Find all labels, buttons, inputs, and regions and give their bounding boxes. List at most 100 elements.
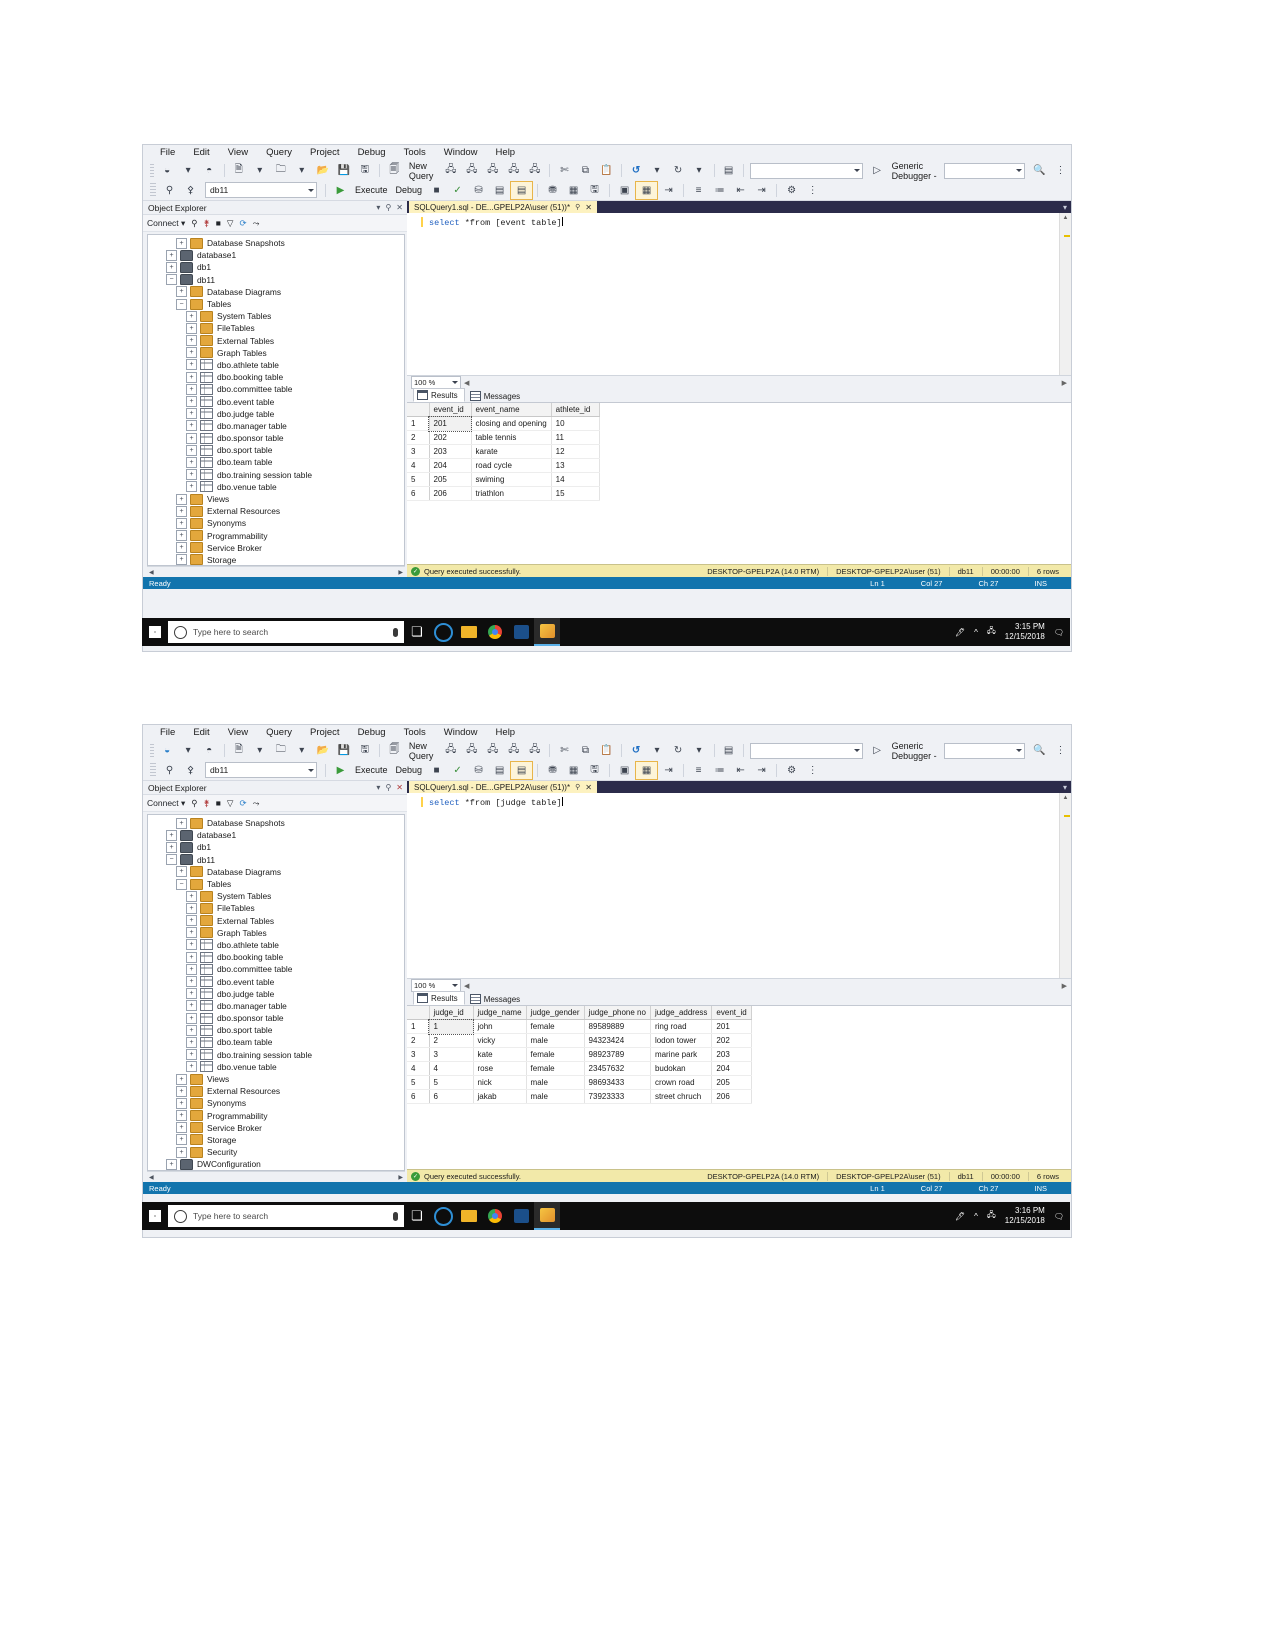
expand-icon[interactable]: + [166, 1158, 177, 1170]
table-row[interactable]: 1 201 closing and opening 10 [407, 415, 600, 432]
redo-icon[interactable]: ↻ [668, 742, 689, 759]
new-query-icon[interactable]: 🗐 [384, 742, 405, 759]
quick-launch-combo[interactable] [749, 162, 863, 179]
expand-icon[interactable]: + [176, 554, 187, 565]
pin-icon[interactable]: ⚲ [385, 783, 391, 792]
disconnect-icon[interactable]: ⚴ [180, 762, 201, 779]
expand-icon[interactable]: + [186, 927, 197, 939]
sql-text-2[interactable]: select *from [judge table] [407, 793, 1059, 978]
open-folder-icon[interactable]: 📂 [312, 742, 333, 759]
expand-icon[interactable]: + [186, 444, 197, 456]
expand-icon[interactable]: + [186, 951, 197, 963]
settings-icon[interactable]: ⚙ [781, 762, 802, 779]
expand-icon[interactable]: + [186, 1049, 197, 1061]
debug-config-combo[interactable] [943, 162, 1026, 179]
tree-node-filetables[interactable]: + FileTables [148, 902, 404, 914]
tree-node-dwconfiguration[interactable]: + DWConfiguration [148, 1158, 404, 1170]
uncomment-icon[interactable]: ▦ [635, 180, 659, 200]
debug-button[interactable]: Debug [392, 185, 427, 195]
code-editor-1[interactable]: select *from [event table] ▲ [407, 213, 1071, 375]
expand-icon[interactable]: + [176, 493, 187, 505]
menu-window[interactable]: Window [435, 725, 487, 741]
tree-node-database-snapshots[interactable]: + Database Snapshots [148, 237, 404, 249]
expand-icon[interactable]: + [186, 890, 197, 902]
tree-node-filetables[interactable]: + FileTables [148, 322, 404, 334]
debug-config-combo[interactable] [943, 742, 1026, 759]
navigate-forward-icon[interactable]: ◓ [199, 162, 220, 179]
tree-node-db1[interactable]: + db1 [148, 261, 404, 273]
tree-node-external-tables[interactable]: + External Tables [148, 335, 404, 347]
grid-header-judge-gender[interactable]: judge_gender [526, 1006, 585, 1020]
stop-icon[interactable]: ■ [216, 218, 221, 228]
table-row[interactable]: 5 205 swiming 14 [407, 472, 600, 487]
expand-icon[interactable]: + [186, 335, 197, 347]
microphone-icon[interactable] [393, 1211, 398, 1221]
grid-cell[interactable]: triathlon [471, 486, 552, 501]
grid-cell[interactable]: 98693433 [584, 1075, 651, 1090]
indent-icon[interactable]: ⇥ [658, 182, 679, 199]
tree-node-dbo-booking-table[interactable]: + dbo.booking table [148, 371, 404, 383]
results-grid-2[interactable]: judge_id judge_name judge_gender judge_phon… [407, 1006, 753, 1104]
navigate-back-dropdown-icon[interactable]: ▾ [178, 162, 199, 179]
tab-results-2[interactable]: Results [413, 991, 465, 1005]
new-project-icon[interactable]: 🗎 [228, 742, 249, 759]
grid-cell[interactable]: female [526, 1019, 585, 1034]
grid-cell[interactable]: 201 [711, 1019, 753, 1034]
stop-icon[interactable]: ■ [426, 182, 447, 199]
expand-icon[interactable]: + [176, 1097, 187, 1109]
grid-cell[interactable]: 12 [551, 444, 600, 459]
expand-icon[interactable]: + [186, 902, 197, 914]
debug-button[interactable]: Debug [392, 765, 427, 775]
grid-cell[interactable]: 203 [429, 444, 472, 459]
tree-node-service-broker[interactable]: + Service Broker [148, 542, 404, 554]
taskbar-search-1[interactable]: Type here to search [168, 621, 404, 643]
filter-icon[interactable]: ▽ [227, 218, 234, 229]
object-explorer-tree-1[interactable]: + Database Snapshots + database1 + db1 − db11 + D… [147, 234, 405, 566]
expand-icon[interactable]: + [176, 286, 187, 298]
database-selector[interactable]: db11 [205, 762, 317, 778]
new-query-button[interactable]: New Query [405, 161, 440, 181]
undo-dropdown-icon[interactable]: ▾ [647, 742, 668, 759]
tree-node-dbo-sponsor-table[interactable]: + dbo.sponsor table [148, 432, 404, 444]
ssms-taskbar-icon-2[interactable] [534, 1202, 560, 1230]
expand-icon[interactable]: + [166, 249, 177, 261]
toolbar-options-icon[interactable]: 🔍 [1029, 742, 1050, 759]
expand-icon[interactable]: + [176, 1073, 187, 1085]
network-icon-1[interactable]: 🖧 [987, 625, 996, 639]
grid-header-event-name[interactable]: event_name [471, 403, 552, 417]
grid-cell[interactable]: 206 [711, 1089, 753, 1104]
chrome-icon-2[interactable] [482, 1203, 508, 1229]
tree-node-db11[interactable]: − db11 [148, 274, 404, 286]
tree-node-tables[interactable]: − Tables [148, 878, 404, 890]
tree-node-system-tables[interactable]: + System Tables [148, 890, 404, 902]
toolbar-grip-icon[interactable] [150, 163, 154, 178]
row-number[interactable]: 5 [407, 1075, 430, 1090]
tree-node-database1[interactable]: + database1 [148, 249, 404, 261]
navigate-back-icon[interactable]: ◒ [157, 162, 178, 179]
new-query-icon[interactable]: 🗐 [384, 162, 405, 179]
grid-cell[interactable]: closing and opening [471, 416, 552, 431]
tree-node-dbo-training-session-table[interactable]: + dbo.training session table [148, 1049, 404, 1061]
grid-cell[interactable]: 203 [711, 1047, 753, 1062]
grid-cell[interactable]: 5 [429, 1075, 474, 1090]
save-all-icon[interactable]: 🖫 [354, 162, 375, 179]
quick-launch-combo[interactable] [749, 742, 863, 759]
grid-cell[interactable]: kate [473, 1047, 527, 1062]
sql-text-1[interactable]: select *from [event table] [407, 213, 1059, 375]
open-folder-icon[interactable]: 📂 [312, 162, 333, 179]
grid-cell[interactable]: nick [473, 1075, 527, 1090]
disconnect-object-icon[interactable]: ⚵ [204, 218, 210, 229]
tree-node-dbo-committee-table[interactable]: + dbo.committee table [148, 383, 404, 395]
results-to-file-icon[interactable]: 🖫 [584, 762, 605, 779]
row-number[interactable]: 4 [407, 1061, 430, 1076]
edge-icon-1[interactable] [430, 619, 456, 645]
tree-node-synonyms[interactable]: + Synonyms [148, 1097, 404, 1109]
table-row[interactable]: 3 203 karate 12 [407, 444, 600, 459]
table-row[interactable]: 4 204 road cycle 13 [407, 458, 600, 473]
app-icon-1[interactable] [508, 619, 534, 645]
connect-icon[interactable]: ⚲ [159, 762, 180, 779]
outdent-icon[interactable]: ⇥ [751, 182, 772, 199]
navigate-forward-icon[interactable]: ◓ [199, 742, 220, 759]
chrome-icon-1[interactable] [482, 619, 508, 645]
tree-node-graph-tables[interactable]: + Graph Tables [148, 927, 404, 939]
